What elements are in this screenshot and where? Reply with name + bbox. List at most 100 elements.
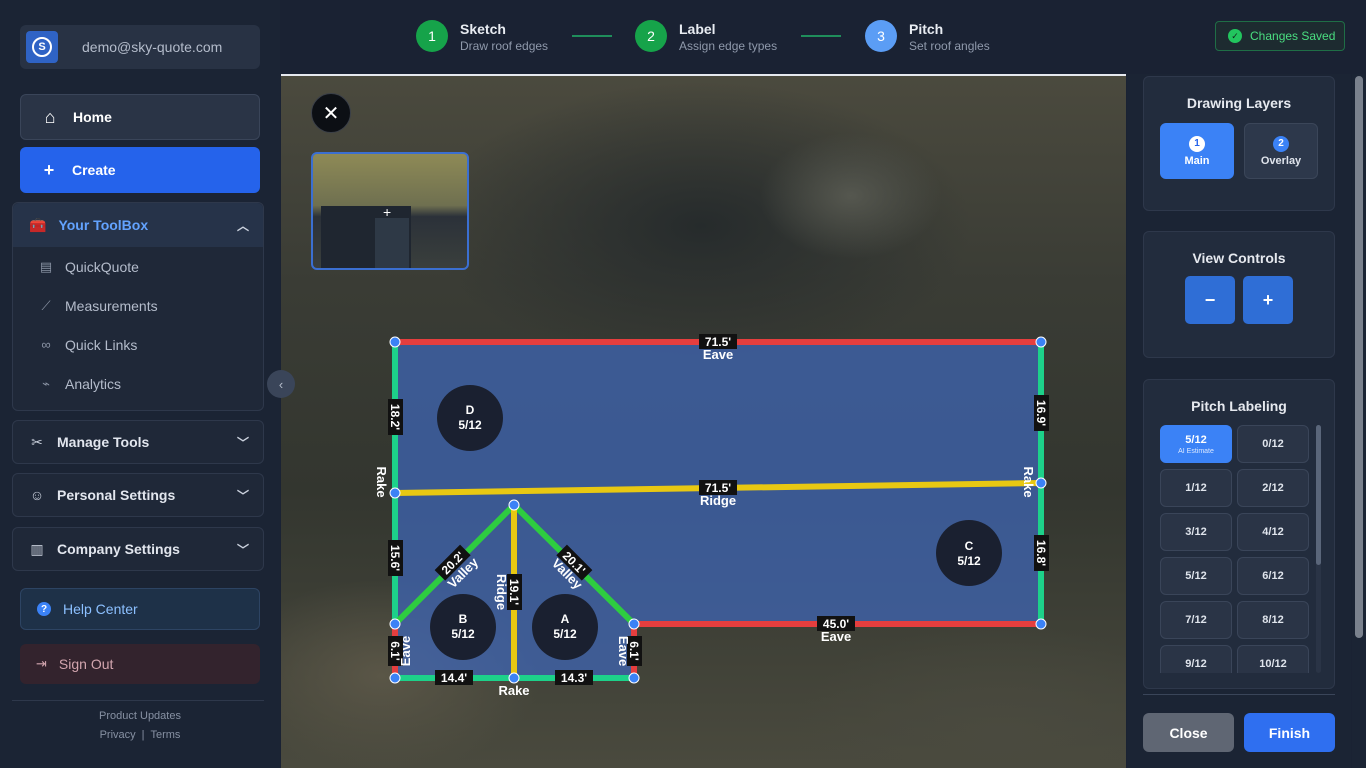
step-label[interactable]: 2 Label Assign edge types bbox=[635, 20, 777, 53]
toolbox-item-quick-links[interactable]: ∞ Quick Links bbox=[13, 325, 263, 364]
plus-icon: + bbox=[43, 159, 55, 180]
vertex-handle bbox=[508, 672, 520, 684]
edge-type-label: Ridge bbox=[494, 574, 509, 610]
home-button[interactable]: ⌂ Home bbox=[20, 94, 260, 140]
roof-drawing-canvas[interactable]: 71.5' Eave 18.2' Rake 16.9' Rake 71.5' R… bbox=[281, 74, 1126, 768]
close-button[interactable]: Close bbox=[1143, 713, 1234, 752]
section-label: Company Settings bbox=[57, 541, 180, 557]
facet-badge-b: B5/12 bbox=[430, 594, 496, 660]
layer-main-button[interactable]: 1 Main bbox=[1160, 123, 1234, 179]
toolbox-item-label: QuickQuote bbox=[65, 258, 139, 275]
pitch-option[interactable]: 1/12 bbox=[1160, 469, 1232, 507]
pitch-scrollbar[interactable] bbox=[1316, 425, 1321, 673]
svg-text:14.4': 14.4' bbox=[441, 671, 467, 685]
scroll-thumb[interactable] bbox=[1316, 425, 1321, 565]
zoom-out-button[interactable]: − bbox=[1185, 276, 1235, 324]
svg-text:15.6': 15.6' bbox=[388, 545, 402, 571]
toolbox-item-label: Quick Links bbox=[65, 336, 138, 353]
step-sketch[interactable]: 1 Sketch Draw roof edges bbox=[416, 20, 548, 53]
section-label: Manage Tools bbox=[57, 434, 150, 450]
user-gear-icon: ☺ bbox=[29, 487, 45, 503]
logo-letter: S bbox=[32, 37, 52, 57]
minimap-building bbox=[375, 218, 409, 268]
page-scrollbar[interactable] bbox=[1352, 74, 1366, 768]
vertex-handle bbox=[389, 672, 401, 684]
chevron-up-icon: ︿ bbox=[236, 218, 249, 233]
ai-estimate-label: AI Estimate bbox=[1178, 447, 1214, 455]
step-title: Label bbox=[679, 21, 716, 37]
chevron-down-icon: ﹀ bbox=[236, 435, 249, 450]
pitch-option[interactable]: 10/12 bbox=[1237, 645, 1309, 673]
toolbox-item-analytics[interactable]: ⌁ Analytics bbox=[13, 364, 263, 403]
sign-out-icon: ⇥ bbox=[36, 656, 47, 671]
crosshair-icon: + bbox=[383, 204, 392, 220]
step-pitch[interactable]: 3 Pitch Set roof angles bbox=[865, 20, 990, 53]
edge-length-label: 18.2' bbox=[388, 399, 403, 435]
sidebar-collapse-button[interactable]: ‹ bbox=[267, 370, 295, 398]
layer-number: 2 bbox=[1273, 135, 1289, 152]
layer-number: 1 bbox=[1189, 135, 1205, 152]
check-circle-icon: ✓ bbox=[1228, 29, 1242, 43]
account-switcher[interactable]: S demo@sky-quote.com bbox=[20, 25, 260, 69]
footer-links: Privacy | Terms bbox=[0, 729, 280, 741]
edge-type-label: Eave bbox=[703, 347, 733, 362]
manage-tools-section[interactable]: ✂ Manage Tools ﹀ bbox=[12, 420, 264, 464]
layer-overlay-button[interactable]: 2 Overlay bbox=[1244, 123, 1318, 179]
pitch-option[interactable]: 0/12 bbox=[1237, 425, 1309, 463]
facet-badge-c: C5/12 bbox=[936, 520, 1002, 586]
step-title: Pitch bbox=[909, 21, 944, 37]
sign-out-button[interactable]: ⇥ Sign Out bbox=[20, 644, 260, 684]
pitch-value: 5/12 bbox=[1185, 433, 1207, 446]
svg-text:D: D bbox=[466, 403, 475, 417]
vertex-handle bbox=[389, 487, 401, 499]
company-settings-section[interactable]: ▥ Company Settings ﹀ bbox=[12, 527, 264, 571]
help-center-button[interactable]: ? Help Center bbox=[20, 588, 260, 630]
vertex-handle bbox=[508, 499, 520, 511]
toolbox-icon: 🧰 bbox=[29, 216, 47, 233]
pitch-option[interactable]: 9/12 bbox=[1160, 645, 1232, 673]
vertex-handle bbox=[389, 336, 401, 348]
right-panel: Drawing Layers 1 Main 2 Overlay View Con… bbox=[1127, 74, 1351, 768]
edge-type-label: Rake bbox=[498, 683, 529, 698]
chevron-down-icon: ﹀ bbox=[236, 542, 249, 557]
create-button[interactable]: + Create bbox=[20, 147, 260, 193]
minimap[interactable]: + bbox=[311, 152, 469, 270]
svg-text:5/12: 5/12 bbox=[458, 418, 482, 432]
vertex-handle bbox=[1035, 477, 1047, 489]
edge-type-label: Rake bbox=[374, 466, 389, 497]
ruler-icon: ⟋ bbox=[41, 297, 51, 313]
pitch-option[interactable]: 2/12 bbox=[1237, 469, 1309, 507]
scroll-thumb[interactable] bbox=[1355, 76, 1363, 638]
chevron-left-icon: ‹ bbox=[278, 376, 284, 392]
product-updates-link[interactable]: Product Updates bbox=[0, 710, 280, 722]
step-connector bbox=[801, 35, 841, 37]
pitch-option[interactable]: 6/12 bbox=[1237, 557, 1309, 595]
personal-settings-section[interactable]: ☺ Personal Settings ﹀ bbox=[12, 473, 264, 517]
toolbox-item-quickquote[interactable]: ▤ QuickQuote bbox=[13, 247, 263, 286]
chevron-down-icon: ﹀ bbox=[236, 488, 249, 503]
pitch-option[interactable]: 7/12 bbox=[1160, 601, 1232, 639]
terms-link[interactable]: Terms bbox=[150, 729, 180, 741]
toolbox-item-measurements[interactable]: ⟋ Measurements bbox=[13, 286, 263, 325]
finish-button[interactable]: Finish bbox=[1244, 713, 1335, 752]
pitch-option[interactable]: 5/12 bbox=[1160, 557, 1232, 595]
section-label: Personal Settings bbox=[57, 487, 176, 503]
view-controls-card: View Controls − + bbox=[1143, 231, 1335, 358]
edge-length-label: 15.6' bbox=[388, 540, 403, 576]
close-canvas-button[interactable]: ✕ bbox=[311, 93, 351, 133]
pitch-option-ai-estimate[interactable]: 5/12 AI Estimate bbox=[1160, 425, 1232, 463]
zoom-in-button[interactable]: + bbox=[1243, 276, 1293, 324]
pitch-option[interactable]: 4/12 bbox=[1237, 513, 1309, 551]
edge-type-label: Eave bbox=[616, 636, 631, 666]
edge-length-label: 14.4' bbox=[435, 670, 473, 685]
divider bbox=[1143, 694, 1335, 695]
toolbox-header[interactable]: 🧰 Your ToolBox ︿ bbox=[13, 203, 263, 247]
svg-text:A: A bbox=[561, 612, 570, 626]
privacy-link[interactable]: Privacy bbox=[100, 729, 136, 741]
pitch-option[interactable]: 8/12 bbox=[1237, 601, 1309, 639]
pitch-option[interactable]: 3/12 bbox=[1160, 513, 1232, 551]
svg-text:5/12: 5/12 bbox=[957, 554, 981, 568]
facet-badge-a: A5/12 bbox=[532, 594, 598, 660]
svg-text:18.2': 18.2' bbox=[388, 404, 402, 430]
vertex-handle bbox=[628, 618, 640, 630]
